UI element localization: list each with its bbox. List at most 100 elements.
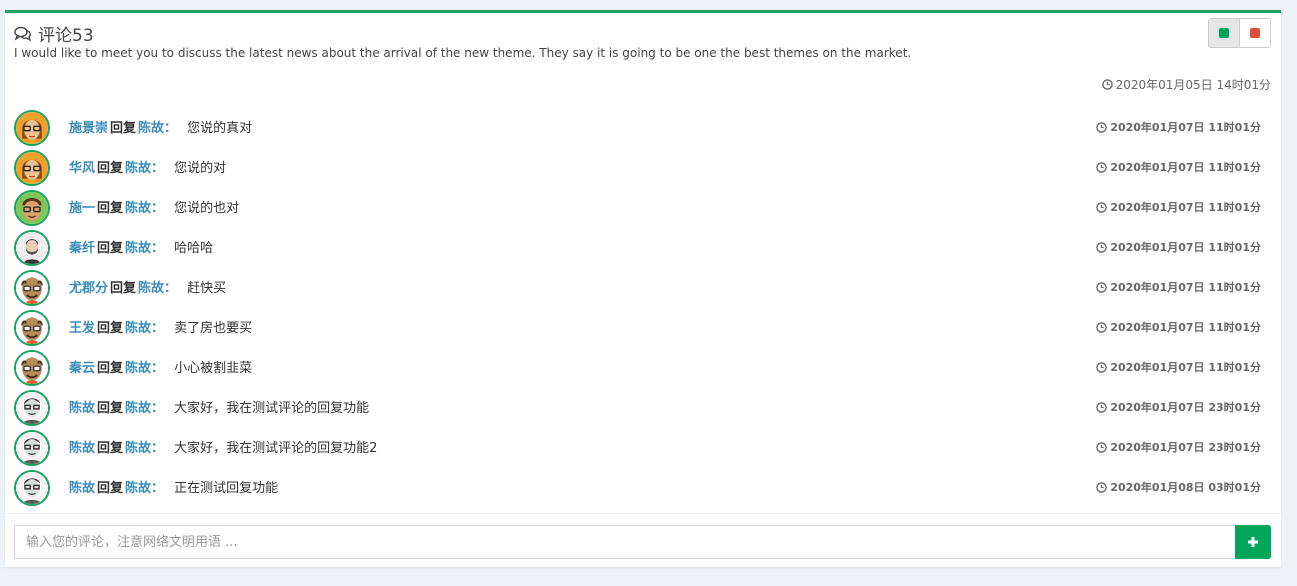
reply-target-link[interactable]: 陈故 xyxy=(125,157,151,176)
green-tool-button[interactable] xyxy=(1209,19,1240,47)
comment-line: 陈故 回复 陈故：大家好，我在测试评论的回复功能 xyxy=(69,397,369,416)
comment-time-text: 2020年01月07日 23时01分 xyxy=(1110,441,1261,454)
reply-target-link[interactable]: 陈故 xyxy=(138,117,164,136)
comment-row: 施景崇 回复 陈故： 您说的真对 2020年01月07日 11时01分 xyxy=(14,109,1271,149)
clock-icon xyxy=(1096,401,1108,413)
comment-user-link[interactable]: 秦纤 xyxy=(69,237,95,256)
comment-text: 哈哈哈 xyxy=(174,241,214,256)
comment-text: 正在测试回复功能 xyxy=(174,481,279,496)
green-square-icon xyxy=(1219,28,1229,38)
comment-time-text: 2020年01月07日 23时01分 xyxy=(1110,401,1261,414)
comment-user-link[interactable]: 施景崇 xyxy=(69,117,108,136)
comment-line: 施景崇 回复 陈故： 您说的真对 xyxy=(69,117,252,136)
panel-title: 评论53 xyxy=(38,26,94,46)
comments-icon xyxy=(14,26,32,41)
comment-time-text: 2020年01月07日 11时01分 xyxy=(1110,201,1261,214)
comment-time: 2020年01月08日 03时01分 xyxy=(1096,479,1261,495)
colon: ： xyxy=(151,361,165,376)
comment-line: 陈故 回复 陈故：大家好，我在测试评论的回复功能2 xyxy=(69,437,377,456)
comment-user-link[interactable]: 秦云 xyxy=(69,357,95,376)
comment-time: 2020年01月07日 11时01分 xyxy=(1096,119,1261,135)
post-time-text: 2020年01月05日 14时01分 xyxy=(1115,78,1271,92)
clock-icon xyxy=(1096,201,1108,213)
comment-row: 陈故 回复 陈故：大家好，我在测试评论的回复功能2 2020年01月07日 23时01… xyxy=(14,429,1271,469)
comment-row: 尤郡分 回复 陈故： 赶快买 2020年01月07日 11时01分 xyxy=(14,269,1271,309)
avatar[interactable] xyxy=(14,230,50,266)
comment-row: 秦纤 回复 陈故： 哈哈哈 2020年01月07日 11时01分 xyxy=(14,229,1271,269)
colon: ： xyxy=(164,121,178,136)
red-square-icon xyxy=(1250,28,1260,38)
reply-label: 回复 xyxy=(110,121,137,136)
comment-time-text: 2020年01月07日 11时01分 xyxy=(1110,321,1261,334)
clock-icon xyxy=(1096,321,1108,333)
comment-user-link[interactable]: 尤郡分 xyxy=(69,277,108,296)
comment-text: 卖了房也要买 xyxy=(174,321,253,336)
add-comment-button[interactable] xyxy=(1235,525,1271,559)
comment-time: 2020年01月07日 23时01分 xyxy=(1096,399,1261,415)
reply-label: 回复 xyxy=(97,201,124,216)
comment-row: 施一 回复 陈故： 您说的也对 2020年01月07日 11时01分 xyxy=(14,189,1271,229)
panel-header: 评论53 xyxy=(14,21,94,46)
clock-icon xyxy=(1096,481,1108,493)
comment-line: 秦纤 回复 陈故： 哈哈哈 xyxy=(69,237,213,256)
avatar[interactable] xyxy=(14,150,50,186)
comment-time-text: 2020年01月07日 11时01分 xyxy=(1110,361,1261,374)
comment-input[interactable] xyxy=(14,525,1236,559)
reply-target-link[interactable]: 陈故 xyxy=(125,437,151,456)
comment-panel: 评论53 I would like to meet you to discuss… xyxy=(5,10,1281,567)
reply-target-link[interactable]: 陈故 xyxy=(125,397,151,416)
avatar[interactable] xyxy=(14,270,50,306)
comment-user-link[interactable]: 王发 xyxy=(69,317,95,336)
panel-tools xyxy=(1208,18,1271,48)
plus-icon xyxy=(1248,537,1258,547)
colon: ： xyxy=(151,441,165,456)
avatar[interactable] xyxy=(14,350,50,386)
comment-user-link[interactable]: 陈故 xyxy=(69,477,95,496)
avatar[interactable] xyxy=(14,390,50,426)
avatar[interactable] xyxy=(14,110,50,146)
reply-target-link[interactable]: 陈故 xyxy=(138,277,164,296)
reply-target-link[interactable]: 陈故 xyxy=(125,477,151,496)
comment-text: 您说的真对 xyxy=(187,121,253,136)
comment-user-link[interactable]: 华风 xyxy=(69,157,95,176)
comment-text: 大家好，我在测试评论的回复功能 xyxy=(174,401,370,416)
reply-target-link[interactable]: 陈故 xyxy=(125,237,151,256)
comment-time: 2020年01月07日 11时01分 xyxy=(1096,239,1261,255)
reply-label: 回复 xyxy=(97,161,124,176)
comment-user-link[interactable]: 陈故 xyxy=(69,437,95,456)
clock-icon xyxy=(1096,361,1108,373)
comment-time-text: 2020年01月07日 11时01分 xyxy=(1110,281,1261,294)
comment-text: 小心被割韭菜 xyxy=(174,361,253,376)
colon: ： xyxy=(151,161,165,176)
comment-time: 2020年01月07日 11时01分 xyxy=(1096,359,1261,375)
reply-label: 回复 xyxy=(97,321,124,336)
colon: ： xyxy=(151,401,165,416)
comment-user-link[interactable]: 陈故 xyxy=(69,397,95,416)
colon: ： xyxy=(151,241,165,256)
reply-target-link[interactable]: 陈故 xyxy=(125,357,151,376)
colon: ： xyxy=(164,281,178,296)
avatar[interactable] xyxy=(14,190,50,226)
comment-row: 陈故 回复 陈故：正在测试回复功能 2020年01月08日 03时01分 xyxy=(14,469,1271,509)
comment-line: 王发 回复 陈故： 卖了房也要买 xyxy=(69,317,252,336)
comment-time-text: 2020年01月07日 11时01分 xyxy=(1110,121,1261,134)
comment-list: 施景崇 回复 陈故：您说的真对 2020年01月07日 11时01分 华风 回复 陈故：您说… xyxy=(14,109,1271,509)
comment-time-text: 2020年01月07日 11时01分 xyxy=(1110,241,1261,254)
comment-text: 赶快买 xyxy=(187,281,227,296)
clock-icon xyxy=(1096,281,1108,293)
comment-line: 尤郡分 回复 陈故： 赶快买 xyxy=(69,277,226,296)
comment-time: 2020年01月07日 11时01分 xyxy=(1096,279,1261,295)
avatar[interactable] xyxy=(14,430,50,466)
comment-user-link[interactable]: 施一 xyxy=(69,197,95,216)
avatar[interactable] xyxy=(14,470,50,506)
comment-line: 施一 回复 陈故： 您说的也对 xyxy=(69,197,239,216)
comment-text: 您说的对 xyxy=(174,161,227,176)
comment-row: 陈故 回复 陈故：大家好，我在测试评论的回复功能 2020年01月07日 23时01分 xyxy=(14,389,1271,429)
reply-label: 回复 xyxy=(110,281,137,296)
reply-target-link[interactable]: 陈故 xyxy=(125,317,151,336)
comment-row: 王发 回复 陈故： 卖了房也要买 2020年01月07日 11时01分 xyxy=(14,309,1271,349)
comment-time: 2020年01月07日 11时01分 xyxy=(1096,319,1261,335)
reply-target-link[interactable]: 陈故 xyxy=(125,197,151,216)
red-tool-button[interactable] xyxy=(1240,19,1270,47)
avatar[interactable] xyxy=(14,310,50,346)
